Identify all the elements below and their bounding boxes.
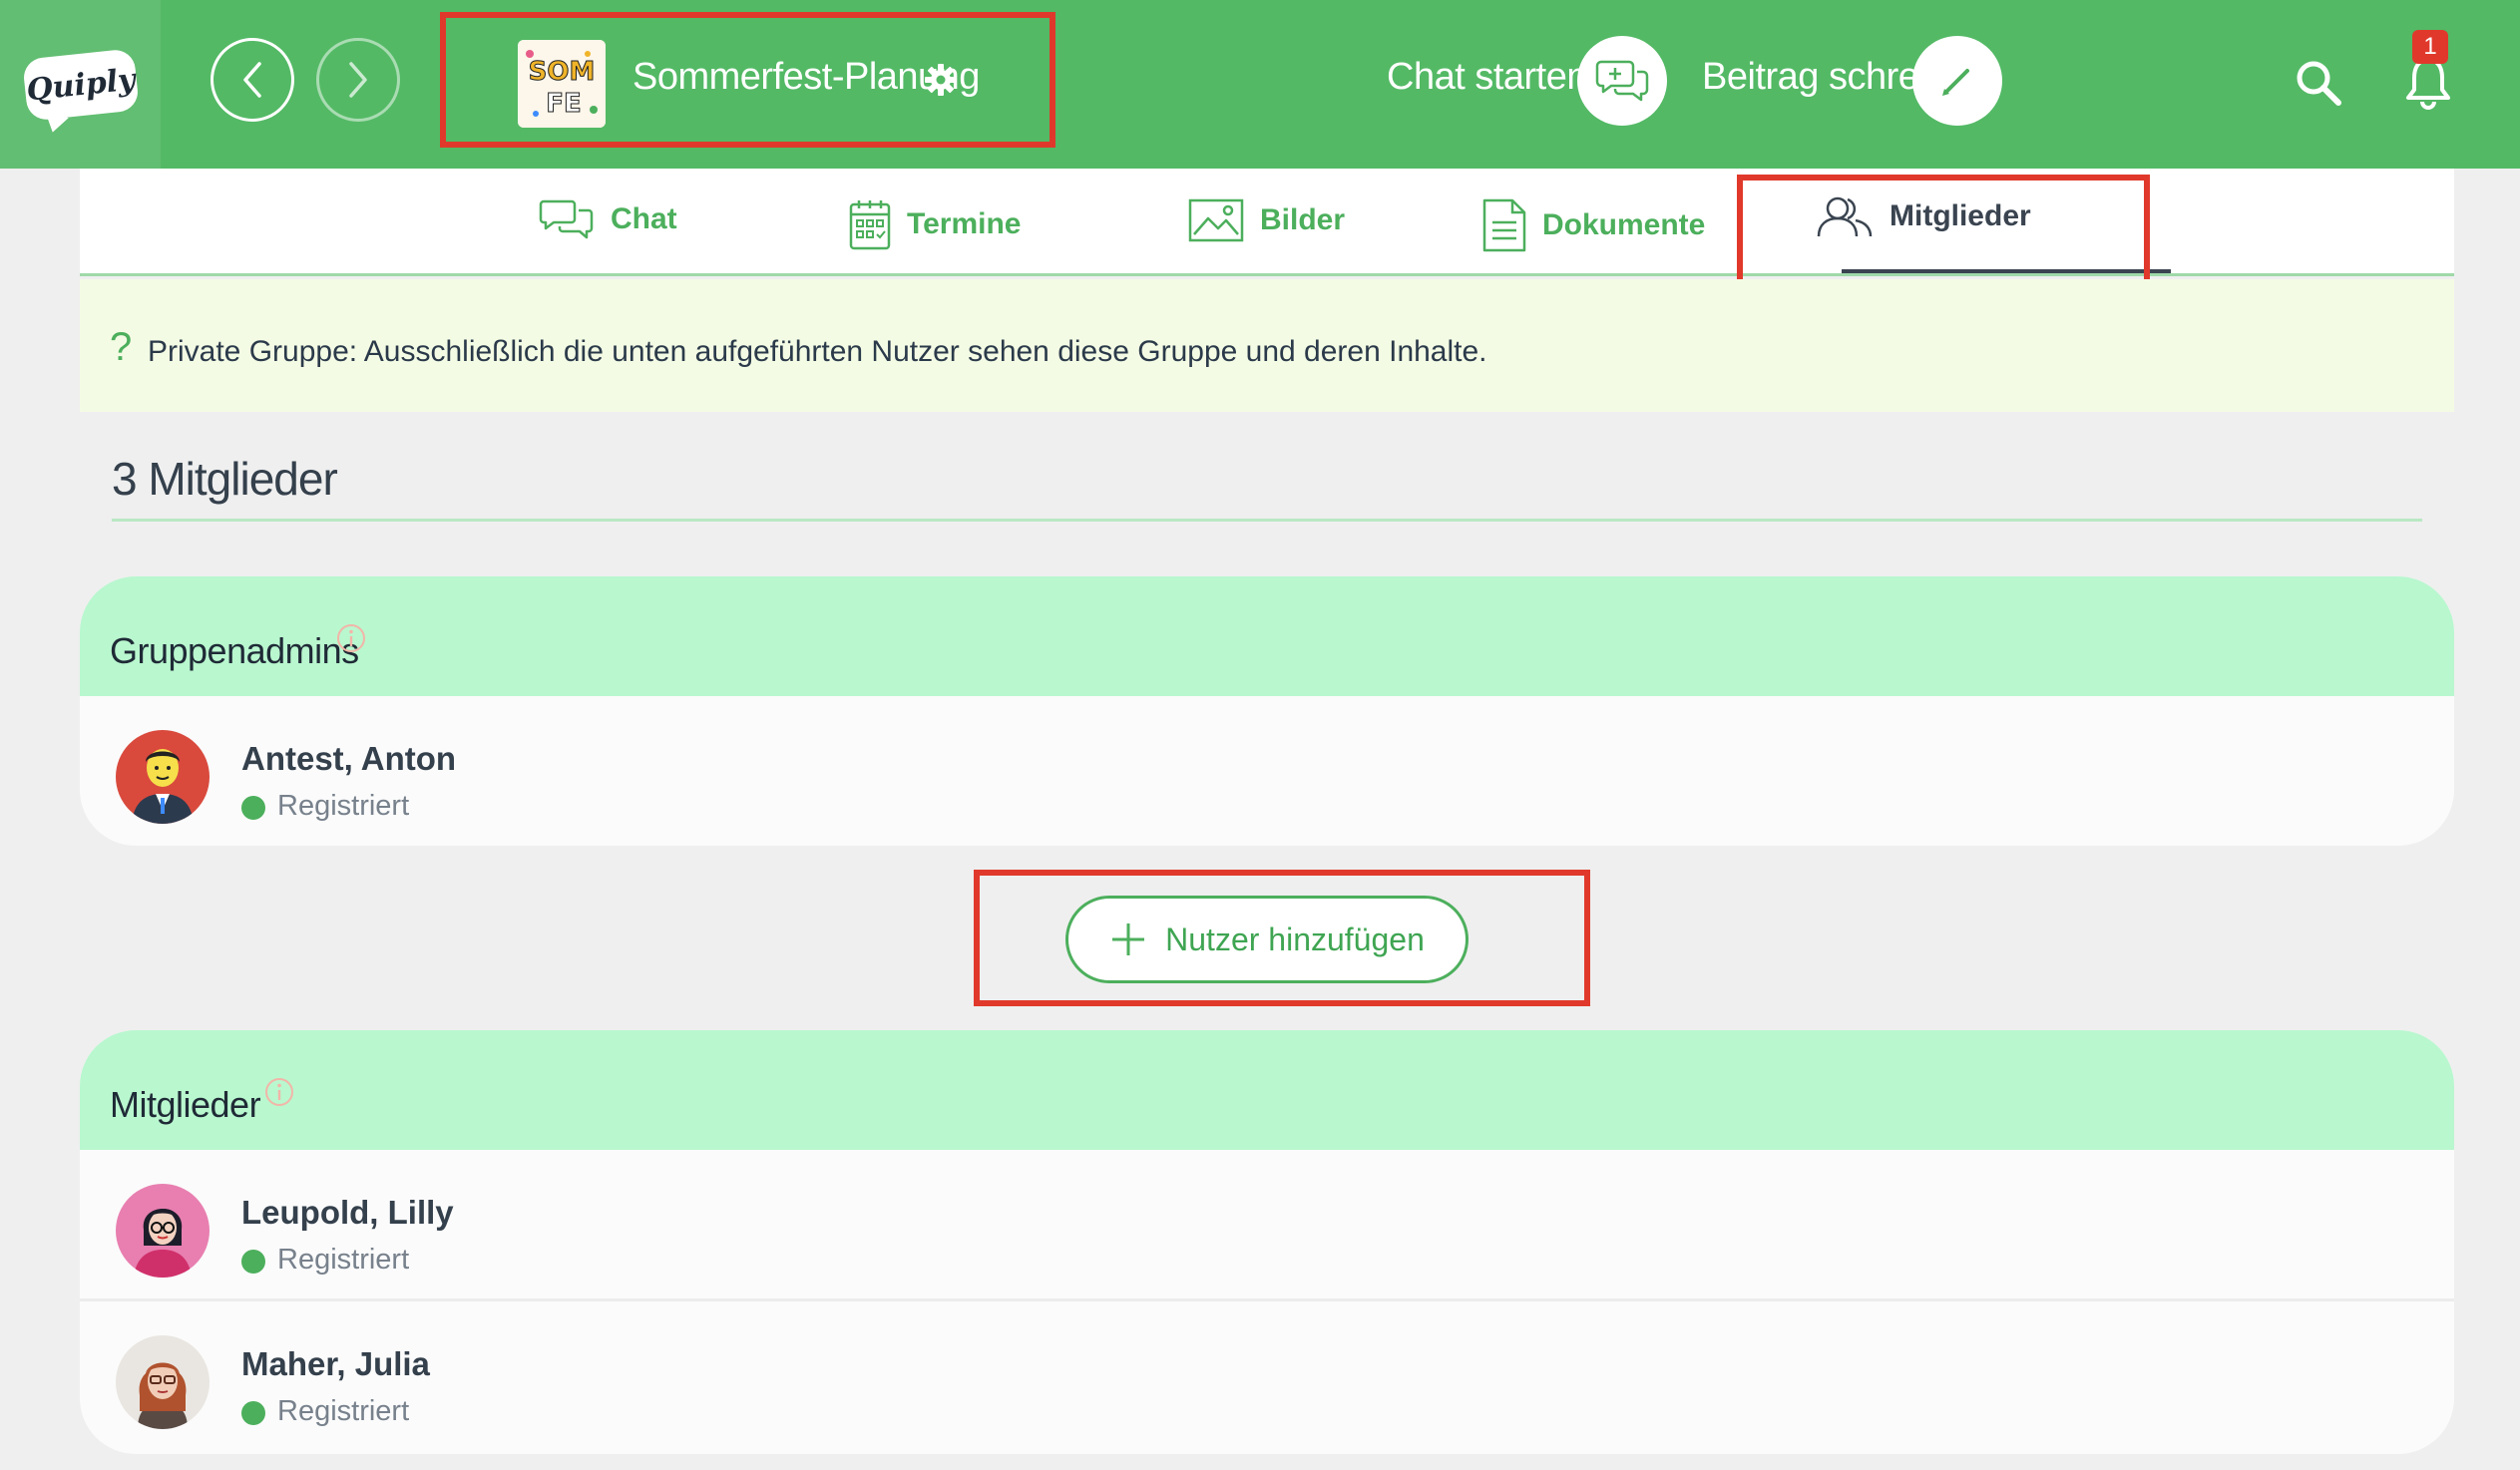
notification-badge: 1	[2412, 30, 2448, 64]
highlight-members-tab	[1737, 175, 2150, 290]
chevron-right-icon	[349, 62, 367, 98]
write-post-button[interactable]	[1912, 36, 2002, 126]
question-icon: ?	[110, 325, 133, 369]
info-icon[interactable]	[335, 622, 367, 654]
document-icon	[1482, 198, 1526, 252]
member-status: Registriert	[277, 1244, 410, 1276]
calendar-icon	[849, 200, 891, 250]
search-icon[interactable]	[2293, 57, 2344, 109]
admins-title: Gruppenadmins	[110, 630, 359, 671]
member-name: Antest, Anton	[241, 740, 457, 777]
avatar	[116, 1184, 210, 1278]
tab-chat[interactable]: Chat	[539, 198, 677, 240]
highlight-group-title	[440, 12, 1055, 148]
status-dot	[241, 796, 265, 820]
admins-card: Gruppenadmins Antest, Anton Registriert	[80, 576, 2454, 846]
member-status: Registriert	[277, 1395, 410, 1427]
tab-dokumente[interactable]: Dokumente	[1482, 198, 1705, 252]
member-row-maher[interactable]: Maher, Julia Registriert	[80, 1301, 2454, 1453]
member-name: Maher, Julia	[241, 1345, 430, 1382]
tab-termine-label: Termine	[907, 207, 1022, 240]
avatar-julia-image	[116, 1335, 210, 1429]
member-row-antest[interactable]: Antest, Anton Registriert	[80, 696, 2454, 846]
tab-bilder-label: Bilder	[1260, 203, 1346, 236]
private-group-info: ? Private Gruppe: Ausschließlich die unt…	[80, 279, 2454, 412]
members-card: Mitglieder Leupold, Lilly Registriert Ma…	[80, 1030, 2454, 1454]
member-row-leupold[interactable]: Leupold, Lilly Registriert	[80, 1150, 2454, 1301]
info-icon[interactable]	[263, 1076, 295, 1108]
app-logo[interactable]: Quiply	[0, 0, 161, 169]
tab-dokumente-label: Dokumente	[1542, 208, 1706, 241]
avatar-lilly-image	[116, 1184, 210, 1278]
top-bar: Quiply SOM FE Sommerfest-Planung Chat st…	[0, 0, 2520, 169]
tab-bilder[interactable]: Bilder	[1188, 198, 1345, 242]
avatar	[116, 730, 210, 824]
admins-card-header: Gruppenadmins	[80, 576, 2454, 696]
logo-text: Quiply	[24, 61, 137, 108]
members-count-title: 3 Mitglieder	[112, 453, 338, 505]
avatar	[116, 1335, 210, 1429]
avatar-anton-image	[116, 730, 210, 824]
tab-chat-label: Chat	[611, 202, 677, 235]
new-chat-icon	[1595, 60, 1649, 102]
member-name: Leupold, Lilly	[241, 1194, 454, 1231]
highlight-add-user	[974, 870, 1590, 1006]
status-dot	[241, 1250, 265, 1274]
forward-button[interactable]	[316, 38, 400, 122]
chat-start-button[interactable]	[1577, 36, 1667, 126]
private-group-text: Private Gruppe: Ausschließlich die unten…	[148, 335, 1487, 368]
logo-bubble: Quiply	[21, 47, 140, 122]
members-title: Mitglieder	[110, 1084, 261, 1125]
back-button[interactable]	[210, 38, 294, 122]
member-status: Registriert	[277, 790, 410, 822]
tab-termine[interactable]: Termine	[849, 198, 1021, 250]
members-card-header: Mitglieder	[80, 1030, 2454, 1150]
chevron-left-icon	[243, 62, 261, 98]
status-dot	[241, 1401, 265, 1425]
divider	[112, 519, 2422, 522]
pencil-icon	[1942, 69, 1969, 96]
chat-start-label[interactable]: Chat starten	[1387, 56, 1588, 99]
chat-icon	[539, 199, 594, 239]
image-icon	[1188, 198, 1244, 242]
